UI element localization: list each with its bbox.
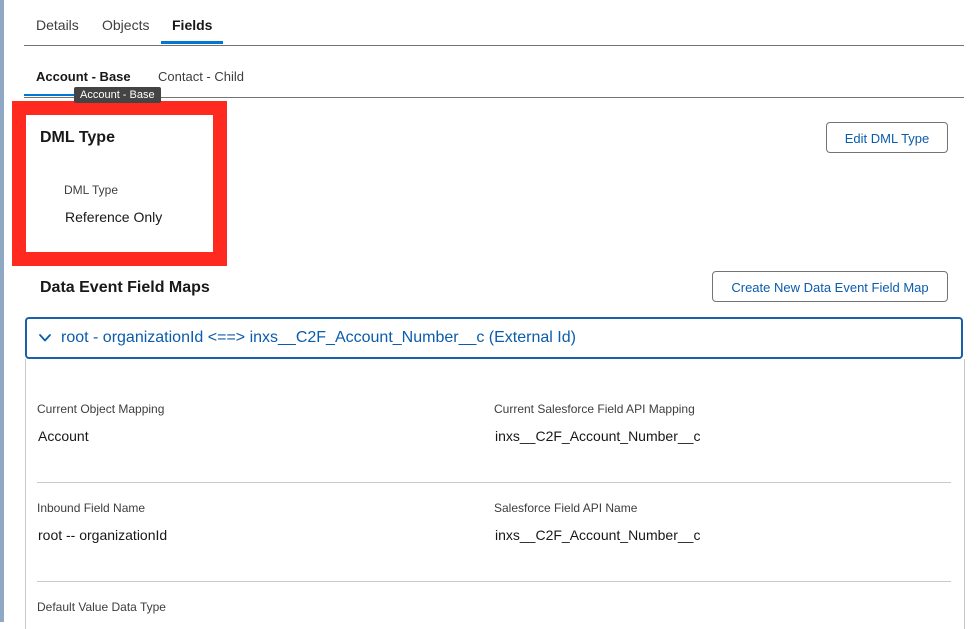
dml-type-value: Reference Only [65, 209, 163, 225]
dml-type-heading: DML Type [40, 129, 115, 146]
window-edge [0, 0, 4, 622]
dml-type-label: DML Type [64, 183, 119, 197]
edit-dml-type-button[interactable]: Edit DML Type [826, 122, 948, 153]
chevron-down-icon [39, 334, 51, 342]
active-tab-indicator [161, 41, 223, 44]
tab-details[interactable]: Details [36, 17, 79, 33]
field-map-accordion-title: root - organizationId <==> inxs__C2F_Acc… [61, 329, 576, 346]
current-sf-field-api-mapping-value: inxs__C2F_Account_Number__c [495, 428, 701, 444]
field-map-accordion-header[interactable]: root - organizationId <==> inxs__C2F_Acc… [25, 317, 963, 359]
current-object-mapping-value: Account [38, 428, 89, 444]
tab-contact-child[interactable]: Contact - Child [158, 69, 244, 84]
secondary-tab-bar: Account - Base Contact - Child [24, 45, 964, 98]
sf-field-api-name-label: Salesforce Field API Name [494, 501, 638, 515]
default-value-data-type-label: Default Value Data Type [37, 600, 166, 614]
inbound-field-name-value: root -- organizationId [38, 527, 168, 543]
field-divider [37, 581, 951, 582]
inbound-field-name-label: Inbound Field Name [37, 501, 146, 515]
tab-objects[interactable]: Objects [102, 17, 149, 33]
tab-fields[interactable]: Fields [172, 17, 212, 33]
primary-tab-bar: Details Objects Fields [24, 0, 964, 46]
current-object-mapping-label: Current Object Mapping [37, 402, 165, 416]
tab-tooltip: Account - Base [74, 87, 161, 103]
current-sf-field-api-mapping-label: Current Salesforce Field API Mapping [494, 402, 695, 416]
field-map-details [25, 359, 965, 629]
field-maps-heading: Data Event Field Maps [40, 279, 210, 296]
create-field-map-button[interactable]: Create New Data Event Field Map [712, 271, 948, 302]
tab-account-base[interactable]: Account - Base [36, 69, 131, 84]
sf-field-api-name-value: inxs__C2F_Account_Number__c [495, 527, 701, 543]
dml-type-highlight [12, 101, 227, 266]
field-divider [37, 482, 951, 483]
